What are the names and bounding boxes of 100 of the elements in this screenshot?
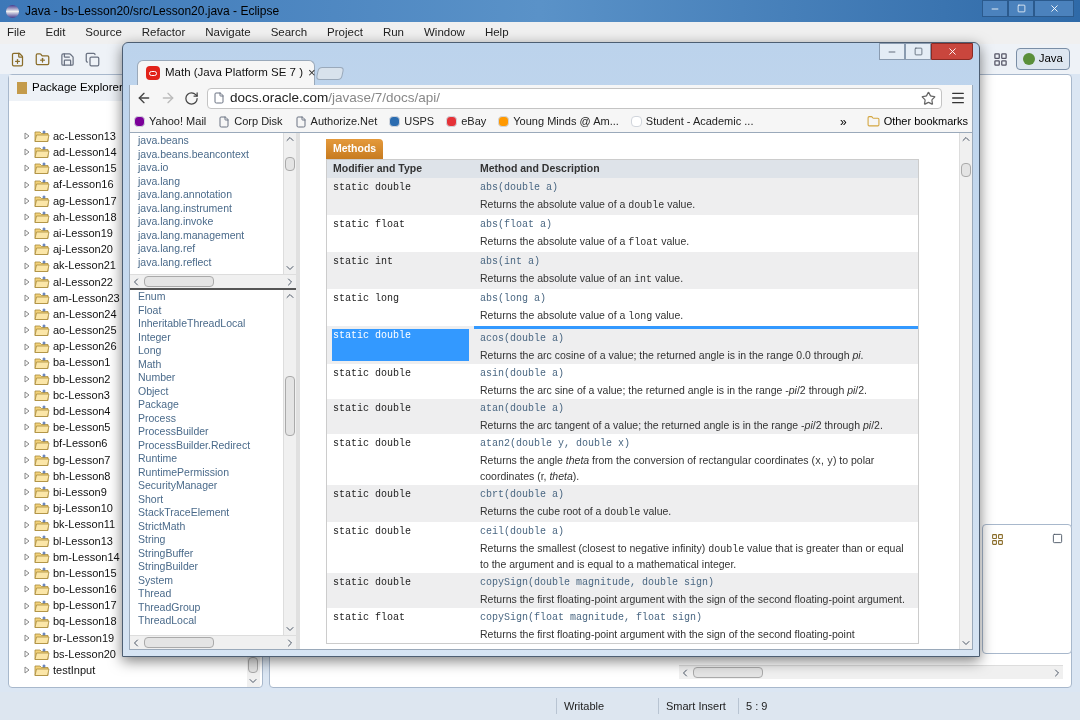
class-link[interactable]: String	[138, 533, 283, 547]
method-signature[interactable]: atan(double a)	[480, 402, 564, 415]
tree-item[interactable]: bh-Lesson8	[23, 467, 111, 485]
class-link[interactable]: ProcessBuilder.Redirect	[138, 438, 283, 452]
scrollbar[interactable]	[130, 274, 296, 288]
toolbar-icon[interactable]	[991, 533, 1004, 546]
scroll-thumb[interactable]	[285, 157, 295, 171]
method-row[interactable]: static double cbrt(double a) Returns the cube root of a double value.	[327, 485, 918, 522]
tree-item[interactable]: bc-Lesson3	[23, 387, 110, 404]
menu-item[interactable]: Run	[379, 24, 407, 42]
maximize-button[interactable]	[1008, 0, 1034, 17]
maximize-icon[interactable]	[1052, 533, 1063, 544]
tree-item[interactable]: al-Lesson22	[23, 273, 113, 290]
tree-item[interactable]: br-Lesson19	[23, 629, 115, 646]
expand-arrow-icon[interactable]	[23, 666, 31, 675]
tree-item[interactable]: ba-Lesson1	[23, 354, 111, 371]
menu-item[interactable]: Window	[421, 24, 468, 42]
tree-item[interactable]: bq-Lesson18	[23, 613, 117, 630]
class-link[interactable]: Long	[138, 344, 283, 358]
expand-arrow-icon[interactable]	[23, 391, 31, 400]
method-signature[interactable]: copySign(float magnitude, float sign)	[480, 611, 703, 624]
scrollbar[interactable]	[247, 657, 260, 687]
class-link[interactable]: Number	[138, 371, 283, 385]
menu-icon[interactable]	[950, 90, 966, 106]
tree-item[interactable]: bb-Lesson2	[23, 370, 111, 387]
tree-item[interactable]: bm-Lesson14	[23, 548, 120, 566]
class-link[interactable]: Math	[138, 357, 283, 371]
method-row[interactable]: static double abs(double a) Returns the absolute value of a double value.	[327, 178, 918, 215]
new-file-icon[interactable]	[10, 51, 25, 67]
save-icon[interactable]	[60, 51, 75, 67]
expand-arrow-icon[interactable]	[23, 132, 31, 141]
class-link[interactable]: Enum	[138, 290, 283, 304]
class-link[interactable]: StringBuilder	[138, 560, 283, 574]
class-link[interactable]: ThreadGroup	[138, 600, 283, 614]
tree-item[interactable]: bl-Lesson13	[23, 532, 113, 549]
bookmark[interactable]: Young Minds @ Am...	[498, 113, 619, 130]
class-link[interactable]: StackTraceElement	[138, 506, 283, 520]
tree-item[interactable]: aj-Lesson20	[23, 241, 113, 258]
namespace-link[interactable]: java.io	[138, 161, 283, 175]
scroll-thumb[interactable]	[144, 637, 214, 648]
tree-item[interactable]: bn-Lesson15	[23, 565, 117, 582]
class-link[interactable]: System	[138, 573, 283, 587]
method-signature[interactable]: copySign(double magnitude, double sign)	[480, 576, 715, 589]
tree-item[interactable]: be-Lesson5	[23, 419, 111, 436]
tree-item[interactable]: af-Lesson16	[23, 176, 114, 193]
class-link[interactable]: Package	[138, 398, 283, 412]
menu-item[interactable]: Edit	[42, 24, 69, 42]
bookmark-star-icon[interactable]	[921, 90, 936, 106]
menu-item[interactable]: Navigate	[202, 24, 254, 42]
close-button[interactable]	[931, 43, 973, 60]
address-bar[interactable]: docs.oracle.com/javase/7/docs/api/	[207, 87, 942, 109]
back-icon[interactable]	[136, 90, 152, 106]
bookmark[interactable]: Corp Disk	[218, 113, 283, 130]
expand-arrow-icon[interactable]	[23, 164, 31, 173]
class-link[interactable]: RuntimePermission	[138, 465, 283, 479]
class-link[interactable]: ThreadLocal	[138, 614, 283, 628]
scrollbar[interactable]	[679, 665, 1063, 679]
scrollbar[interactable]	[130, 635, 296, 649]
tree-item[interactable]: ai-Lesson19	[23, 225, 113, 242]
menu-item[interactable]: Search	[267, 24, 311, 42]
menu-item[interactable]: Refactor	[138, 24, 189, 42]
tree-item[interactable]: an-Lesson24	[23, 306, 117, 323]
scroll-thumb[interactable]	[285, 376, 295, 436]
class-link[interactable]: ProcessBuilder	[138, 425, 283, 439]
namespace-link[interactable]: java.lang	[138, 174, 283, 188]
tree-item[interactable]: ae-Lesson15	[23, 160, 117, 177]
scrollbar[interactable]	[283, 290, 296, 635]
namespace-link[interactable]: java.beans	[138, 134, 283, 148]
tree-item[interactable]: bs-Lesson20	[23, 646, 116, 663]
expand-arrow-icon[interactable]	[23, 229, 31, 238]
method-row[interactable]: static int abs(int a) Returns the absolute value of an int value.	[327, 252, 918, 289]
class-link[interactable]: Thread	[138, 587, 283, 601]
expand-arrow-icon[interactable]	[23, 407, 31, 416]
namespace-link[interactable]: java.lang.annotation	[138, 188, 283, 202]
tree-item[interactable]: ag-Lesson17	[23, 192, 117, 209]
tree-item[interactable]: bd-Lesson4	[23, 403, 111, 420]
expand-arrow-icon[interactable]	[23, 520, 31, 529]
menu-item[interactable]: Project	[324, 24, 366, 42]
tree-item[interactable]: ao-Lesson25	[23, 322, 117, 339]
method-row[interactable]: static double acos(double a) Returns the arc cosine of a value; the returned angle is in the range 0.0 through pi.	[327, 326, 918, 364]
namespace-link[interactable]: java.beans.beancontext	[138, 147, 283, 161]
expand-arrow-icon[interactable]	[23, 245, 31, 254]
method-signature[interactable]: abs(double a)	[480, 181, 558, 194]
tree-item[interactable]: bp-Lesson17	[23, 597, 117, 614]
class-link[interactable]: Integer	[138, 330, 283, 344]
tree-item[interactable]: bk-Lesson11	[23, 516, 116, 533]
bookmark[interactable]: Student - Academic ...	[630, 113, 754, 130]
bookmark[interactable]: USPS	[389, 113, 435, 130]
expand-arrow-icon[interactable]	[23, 601, 31, 610]
expand-arrow-icon[interactable]	[23, 569, 31, 578]
tree-item[interactable]: ad-Lesson14	[23, 144, 117, 161]
expand-arrow-icon[interactable]	[23, 488, 31, 497]
method-signature[interactable]: abs(int a)	[480, 255, 540, 268]
scrollbar[interactable]	[959, 133, 972, 649]
method-signature[interactable]: atan2(double y, double x)	[480, 437, 631, 450]
expand-arrow-icon[interactable]	[23, 650, 31, 659]
expand-arrow-icon[interactable]	[23, 585, 31, 594]
maximize-button[interactable]	[905, 43, 931, 60]
class-link[interactable]: Float	[138, 303, 283, 317]
scroll-thumb[interactable]	[248, 657, 258, 673]
